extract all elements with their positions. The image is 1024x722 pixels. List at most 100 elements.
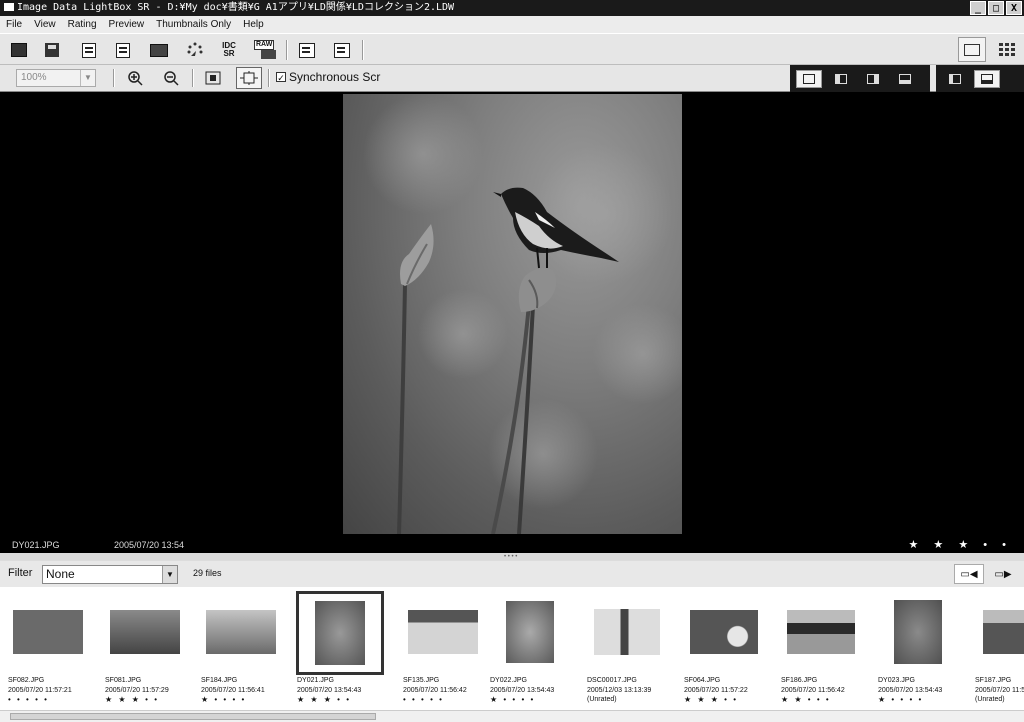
- toolbar-separator: [113, 69, 115, 87]
- thumbnail-rating[interactable]: ★ ★ ★ • •: [684, 695, 738, 705]
- menu-file[interactable]: File: [0, 16, 28, 33]
- toolbar-separator: [268, 69, 270, 87]
- thumbnail-rating[interactable]: • • • • •: [8, 695, 49, 705]
- panel-side-button[interactable]: [942, 70, 968, 88]
- thumbnail-scrollbar[interactable]: [0, 710, 1024, 722]
- slideshow-button[interactable]: [148, 39, 170, 61]
- toolbar-separator: [362, 40, 364, 60]
- raw-button[interactable]: RAW: [252, 39, 278, 61]
- actual-size-button[interactable]: [236, 67, 262, 89]
- compare-button[interactable]: [296, 39, 318, 61]
- close-button[interactable]: X: [1006, 1, 1022, 15]
- grid-view-button[interactable]: [995, 39, 1021, 61]
- thumbnail-rating[interactable]: (Unrated): [587, 695, 617, 705]
- thumbnail-filename: SF187.JPG: [975, 677, 1012, 684]
- menu-view[interactable]: View: [28, 16, 62, 33]
- filter-bar: Filter None ▼ 29 files ▭◀ ▭▶: [0, 561, 1024, 587]
- synchronous-scroll-option[interactable]: ✓ Synchronous Scr: [276, 70, 380, 84]
- panel-bottom-icon: [981, 73, 993, 84]
- thumbnail-filename: DY023.JPG: [878, 677, 915, 684]
- thumbnail-item[interactable]: SF186.JPG 2005/07/20 11:56:42 ★ ★ • • •: [773, 587, 869, 710]
- thumbnail-filename: SF082.JPG: [8, 677, 45, 684]
- copy-icon: [334, 42, 350, 58]
- new-icon: [11, 43, 27, 57]
- import-icon: [82, 42, 96, 58]
- minimize-button[interactable]: _: [970, 1, 986, 15]
- zoom-in-button[interactable]: [124, 67, 146, 89]
- layout-single-button[interactable]: [796, 69, 822, 88]
- thumbnail-image: [315, 601, 365, 665]
- thumbnail-filename: DY022.JPG: [490, 677, 527, 684]
- thumbnail-date: 2005/07/20 11:57:29: [105, 687, 169, 694]
- maximize-button[interactable]: □: [988, 1, 1004, 15]
- layout-quad-icon: [899, 73, 911, 84]
- thumbnail-item[interactable]: SF187.JPG 2005/07/20 11:56:42 (Unrated): [967, 587, 1024, 710]
- layout-group: [790, 65, 930, 92]
- layout-right-button[interactable]: [860, 70, 886, 88]
- title-bar: Image Data LightBox SR - D:¥My doc¥書類¥G …: [0, 0, 1024, 16]
- menu-thumbnails-only[interactable]: Thumbnails Only: [150, 16, 237, 33]
- next-image-button[interactable]: ▭▶: [988, 564, 1018, 584]
- zoom-select[interactable]: 100% ▼: [16, 69, 96, 87]
- filter-select[interactable]: None ▼: [42, 565, 178, 584]
- file-count: 29 files: [193, 568, 222, 578]
- bird-photo-image: [363, 94, 682, 534]
- thumbnail-strip: SF082.JPG 2005/07/20 11:57:21 • • • • • …: [0, 587, 1024, 710]
- thumbnail-item[interactable]: SF064.JPG 2005/07/20 11:57:22 ★ ★ ★ • •: [676, 587, 772, 710]
- main-toolbar: IDC SR RAW: [0, 33, 1024, 65]
- thumbnail-date: 2005/07/20 11:56:41: [201, 687, 265, 694]
- thumbnail-date: 2005/07/20 13:54:43: [878, 687, 943, 694]
- save-button[interactable]: [41, 39, 63, 61]
- layout-left-button[interactable]: [828, 70, 854, 88]
- thumbnail-rating[interactable]: ★ • • • •: [490, 695, 535, 705]
- thumbnail-image: [13, 610, 83, 654]
- menu-help[interactable]: Help: [237, 16, 270, 33]
- fit-window-button[interactable]: [202, 67, 224, 89]
- scrollbar-thumb[interactable]: [10, 713, 376, 720]
- thumbnail-date: 2005/07/20 13:54:43: [490, 687, 555, 694]
- thumbnail-image: [787, 610, 855, 654]
- thumbnail-rating[interactable]: ★ ★ ★ • •: [297, 695, 351, 705]
- thumbnail-item[interactable]: DSC00017.JPG 2005/12/03 13:13:39 (Unrate…: [579, 587, 675, 710]
- thumbnail-rating[interactable]: • • • • •: [403, 695, 444, 705]
- pane-splitter[interactable]: • • • •: [0, 553, 1024, 561]
- export-button[interactable]: [112, 39, 134, 61]
- import-button[interactable]: [78, 39, 100, 61]
- thumbnail-item[interactable]: SF135.JPG 2005/07/20 11:56:42 • • • • •: [395, 587, 491, 710]
- thumbnail-image: [110, 610, 180, 654]
- thumbnail-rating[interactable]: ★ • • • •: [201, 695, 246, 705]
- preview-datetime: 2005/07/20 13:54: [114, 540, 185, 550]
- menu-rating[interactable]: Rating: [62, 16, 103, 33]
- thumbnail-image: [408, 610, 478, 654]
- window-title: Image Data LightBox SR - D:¥My doc¥書類¥G …: [17, 2, 455, 13]
- previous-image-button[interactable]: ▭◀: [954, 564, 984, 584]
- thumbnail-filename: SF064.JPG: [684, 677, 721, 684]
- thumbnail-image: [506, 601, 554, 663]
- new-lightbox-button[interactable]: [8, 39, 30, 61]
- thumbnail-rating[interactable]: (Unrated): [975, 695, 1005, 705]
- thumbnail-image: [690, 610, 758, 654]
- thumbnail-item[interactable]: SF184.JPG 2005/07/20 11:56:41 ★ • • • •: [193, 587, 289, 710]
- menu-preview[interactable]: Preview: [103, 16, 151, 33]
- panel-bottom-button[interactable]: [974, 69, 1000, 88]
- preview-photo[interactable]: [343, 94, 682, 534]
- actual-size-icon: [240, 71, 258, 85]
- copy-button[interactable]: [331, 39, 353, 61]
- synchronous-scroll-checkbox[interactable]: ✓: [276, 72, 286, 83]
- single-view-button[interactable]: [958, 37, 986, 62]
- thumbnail-item[interactable]: DY023.JPG 2005/07/20 13:54:43 ★ • • • •: [870, 587, 966, 710]
- layout-quad-button[interactable]: [892, 70, 918, 88]
- thumbnail-item[interactable]: SF081.JPG 2005/07/20 11:57:29 ★ ★ ★ • •: [97, 587, 193, 710]
- zoom-out-button[interactable]: [160, 67, 182, 89]
- idc-sr-button[interactable]: IDC SR: [218, 39, 240, 61]
- thumbnail-rating[interactable]: ★ ★ • • •: [781, 695, 831, 705]
- thumbnail-item[interactable]: SF082.JPG 2005/07/20 11:57:21 • • • • •: [0, 587, 96, 710]
- preview-pane[interactable]: [0, 92, 1024, 538]
- thumbnail-rating[interactable]: ★ • • • •: [878, 695, 923, 705]
- thumbnail-rating[interactable]: ★ ★ ★ • •: [105, 695, 159, 705]
- process-button[interactable]: [184, 39, 206, 61]
- thumbnail-item-selected[interactable]: DY021.JPG 2005/07/20 13:54:43 ★ ★ ★ • •: [296, 587, 393, 710]
- thumbnail-item[interactable]: DY022.JPG 2005/07/20 13:54:43 ★ • • • •: [482, 587, 578, 710]
- grid-icon: [999, 43, 1015, 56]
- preview-rating[interactable]: ★ ★ ★ • •: [908, 538, 1012, 553]
